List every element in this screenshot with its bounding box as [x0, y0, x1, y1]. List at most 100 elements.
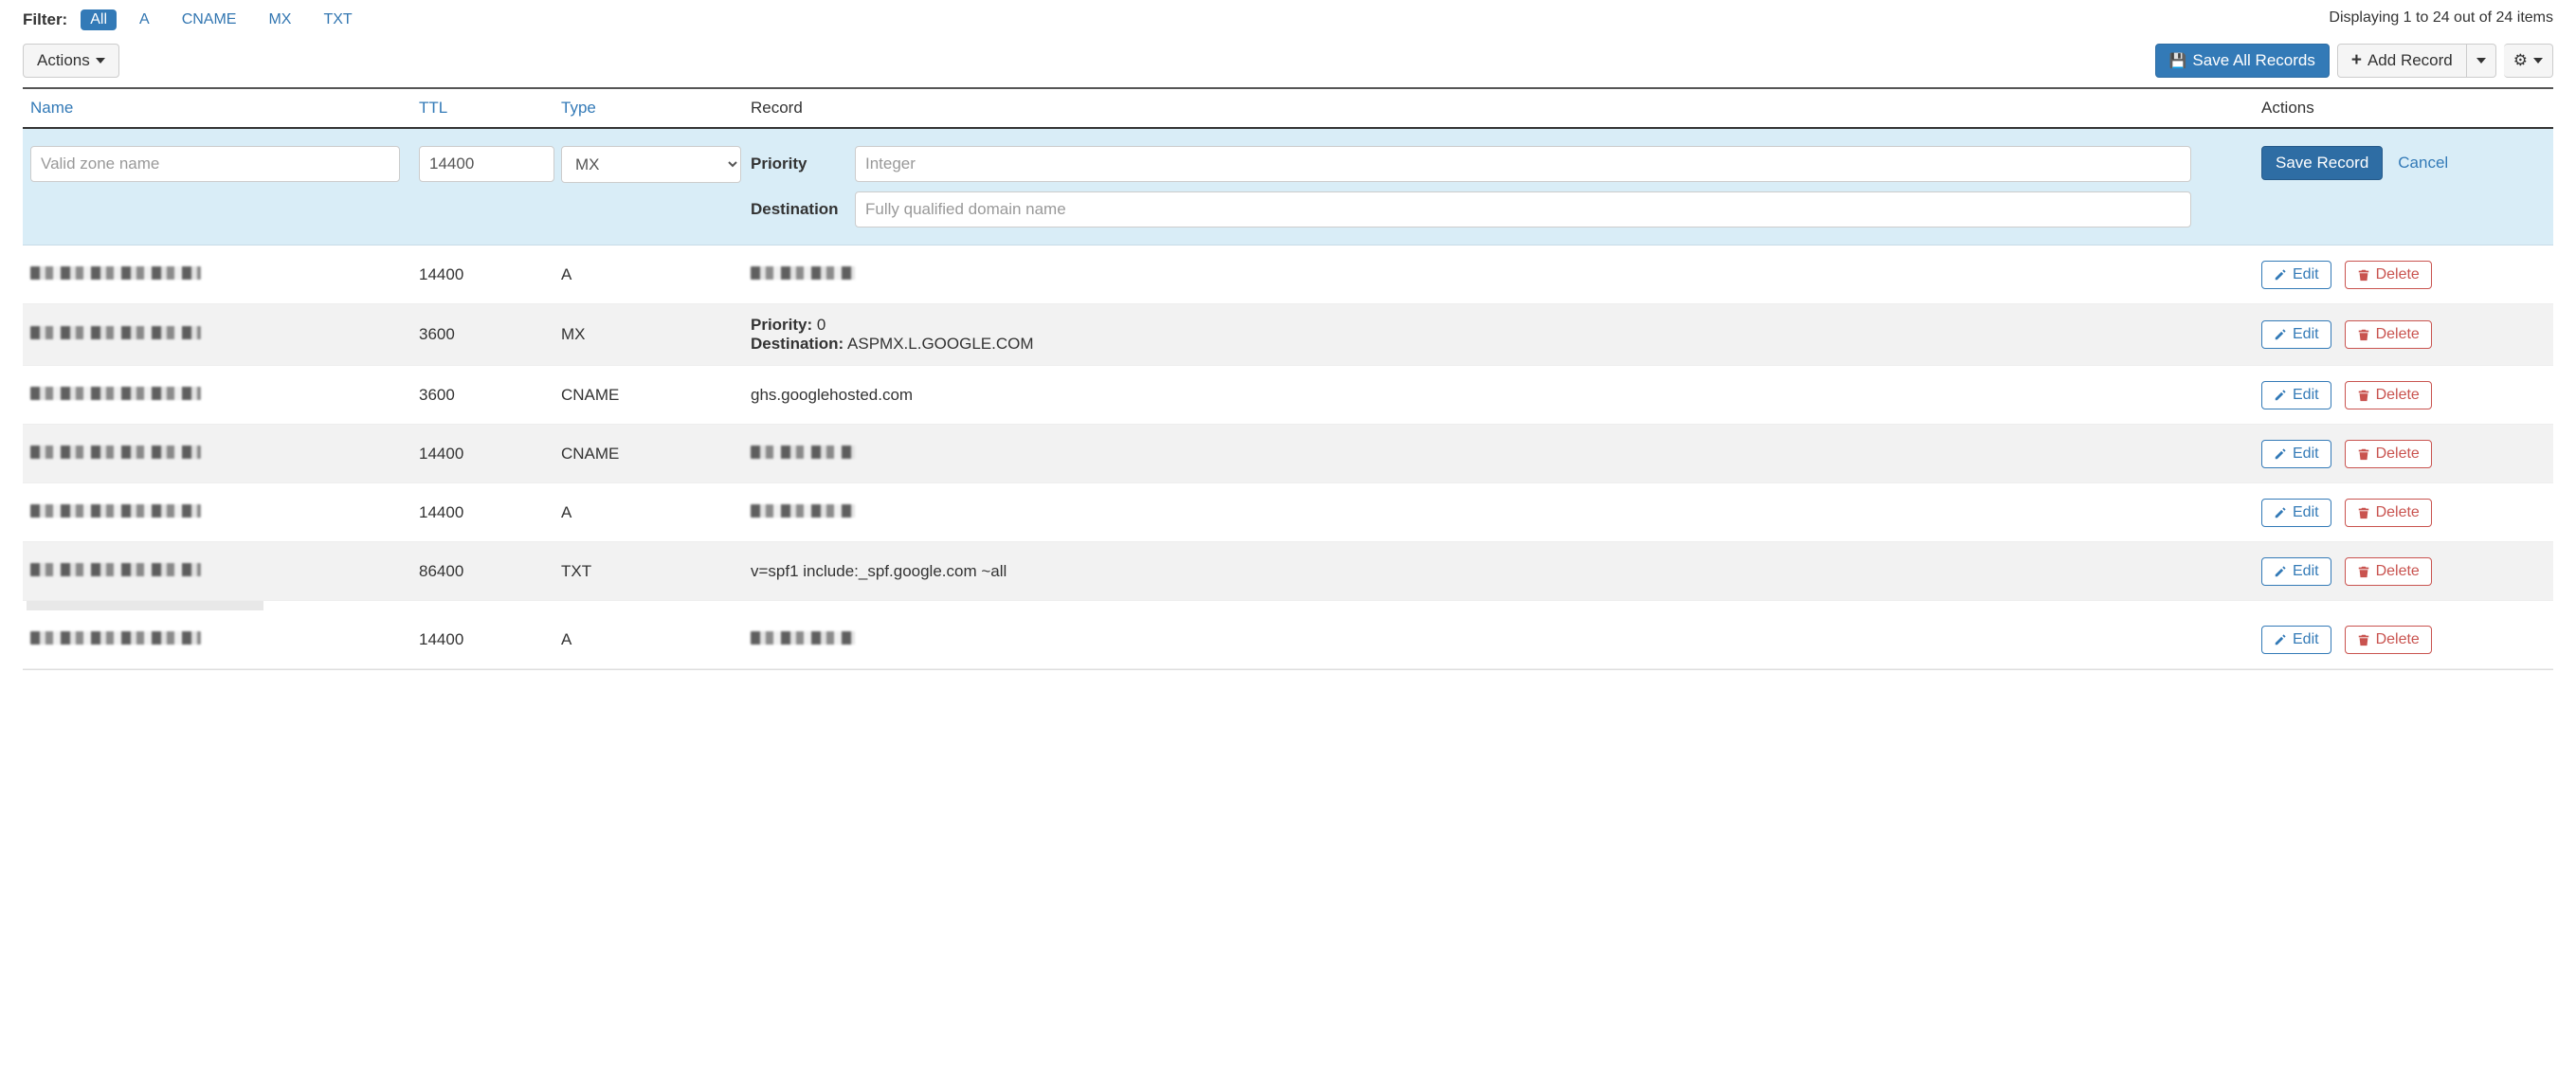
- cell-record: [751, 445, 2261, 464]
- cell-name: [30, 265, 419, 284]
- cell-type: A: [561, 265, 751, 284]
- obscured-text: [30, 446, 201, 459]
- cell-ttl: 14400: [419, 630, 561, 649]
- settings-dropdown[interactable]: [2504, 44, 2553, 78]
- save-all-records-button[interactable]: Save All Records: [2155, 44, 2330, 78]
- edit-button[interactable]: Edit: [2261, 381, 2331, 409]
- table-row: 14400A Edit Delete: [23, 246, 2553, 304]
- pencil-icon: [2274, 268, 2287, 282]
- obscured-text: [751, 504, 855, 518]
- filter-opt-a[interactable]: A: [130, 9, 159, 30]
- delete-button[interactable]: Delete: [2345, 440, 2432, 468]
- cell-actions: Edit Delete: [2261, 499, 2546, 527]
- col-ttl[interactable]: TTL: [419, 99, 561, 118]
- filter-opt-cname[interactable]: CNAME: [172, 9, 246, 30]
- delete-button[interactable]: Delete: [2345, 557, 2432, 586]
- trash-icon: [2357, 506, 2370, 519]
- save-all-label: Save All Records: [2192, 51, 2314, 70]
- caret-down-icon: [2476, 58, 2486, 64]
- table-header-row: Name TTL Type Record Actions: [23, 89, 2553, 129]
- cell-record: Priority: 0Destination: ASPMX.L.GOOGLE.C…: [751, 316, 2261, 354]
- edit-button[interactable]: Edit: [2261, 499, 2331, 527]
- pencil-icon: [2274, 633, 2287, 646]
- plus-icon: [2351, 51, 2362, 70]
- obscured-text: [30, 326, 201, 339]
- cell-ttl: 14400: [419, 265, 561, 284]
- priority-input[interactable]: [855, 146, 2191, 182]
- col-record: Record: [751, 99, 2261, 118]
- filter-label: Filter:: [23, 10, 67, 29]
- edit-label: Edit: [2293, 631, 2319, 648]
- table-row: 14400A Edit Delete: [23, 610, 2553, 669]
- gear-icon: [2513, 51, 2528, 70]
- add-record-button[interactable]: Add Record: [2337, 44, 2467, 78]
- edit-label: Edit: [2293, 446, 2319, 463]
- cell-type: CNAME: [561, 386, 751, 405]
- save-record-button[interactable]: Save Record: [2261, 146, 2383, 180]
- obscured-text: [30, 563, 201, 576]
- table-row: 3600MXPriority: 0Destination: ASPMX.L.GO…: [23, 304, 2553, 366]
- trash-icon: [2357, 328, 2370, 341]
- filter-opt-mx[interactable]: MX: [259, 9, 300, 30]
- delete-button[interactable]: Delete: [2345, 320, 2432, 349]
- obscured-text: [751, 446, 855, 459]
- table-row: 86400TXTv=spf1 include:_spf.google.com ~…: [23, 542, 2553, 601]
- destination-input[interactable]: [855, 191, 2191, 227]
- table-row: 3600CNAMEghs.googlehosted.com Edit Delet…: [23, 366, 2553, 425]
- delete-label: Delete: [2376, 387, 2420, 404]
- edit-button[interactable]: Edit: [2261, 440, 2331, 468]
- delete-button[interactable]: Delete: [2345, 261, 2432, 289]
- table-row: 14400A Edit Delete: [23, 483, 2553, 542]
- add-record-label: Add Record: [2367, 51, 2453, 70]
- delete-label: Delete: [2376, 504, 2420, 521]
- delete-label: Delete: [2376, 446, 2420, 463]
- pencil-icon: [2274, 328, 2287, 341]
- destination-value: ASPMX.L.GOOGLE.COM: [847, 335, 1034, 353]
- obscured-text: [30, 631, 201, 645]
- cell-actions: Edit Delete: [2261, 440, 2546, 468]
- filter-opt-txt[interactable]: TXT: [314, 9, 361, 30]
- cell-actions: Edit Delete: [2261, 381, 2546, 409]
- priority-value: 0: [817, 316, 825, 334]
- delete-button[interactable]: Delete: [2345, 381, 2432, 409]
- edit-button[interactable]: Edit: [2261, 557, 2331, 586]
- cell-type: A: [561, 503, 751, 522]
- obscured-text: [30, 504, 201, 518]
- trash-icon: [2357, 633, 2370, 646]
- ttl-input[interactable]: [419, 146, 554, 182]
- pencil-icon: [2274, 389, 2287, 402]
- cell-record: ghs.googlehosted.com: [751, 386, 2261, 405]
- edit-label: Edit: [2293, 563, 2319, 580]
- cell-type: TXT: [561, 562, 751, 581]
- cell-record: v=spf1 include:_spf.google.com ~all: [751, 562, 2261, 581]
- priority-label: Priority:: [751, 316, 812, 334]
- delete-button[interactable]: Delete: [2345, 499, 2432, 527]
- filter-opt-all[interactable]: All: [81, 9, 117, 30]
- delete-button[interactable]: Delete: [2345, 626, 2432, 654]
- cell-name: [30, 445, 419, 464]
- actions-label: Actions: [37, 51, 90, 70]
- caret-down-icon: [96, 58, 105, 64]
- edit-button[interactable]: Edit: [2261, 626, 2331, 654]
- edit-button[interactable]: Edit: [2261, 320, 2331, 349]
- cell-type: A: [561, 630, 751, 649]
- trash-icon: [2357, 268, 2370, 282]
- actions-dropdown[interactable]: Actions: [23, 44, 119, 78]
- obscured-text: [30, 266, 201, 280]
- cell-name: [30, 503, 419, 522]
- priority-label: Priority: [751, 155, 855, 173]
- col-name[interactable]: Name: [30, 99, 419, 118]
- edit-button[interactable]: Edit: [2261, 261, 2331, 289]
- delete-label: Delete: [2376, 631, 2420, 648]
- obscured-text: [751, 631, 855, 645]
- cell-actions: Edit Delete: [2261, 261, 2546, 289]
- col-type[interactable]: Type: [561, 99, 751, 118]
- cell-ttl: 14400: [419, 503, 561, 522]
- name-input[interactable]: [30, 146, 400, 182]
- type-select[interactable]: MX: [561, 146, 741, 183]
- edit-label: Edit: [2293, 266, 2319, 283]
- cancel-link[interactable]: Cancel: [2398, 154, 2448, 173]
- add-record-dropdown[interactable]: [2467, 44, 2496, 78]
- dns-records-table: Name TTL Type Record Actions MX Priority…: [23, 87, 2553, 670]
- cell-type: MX: [561, 325, 751, 344]
